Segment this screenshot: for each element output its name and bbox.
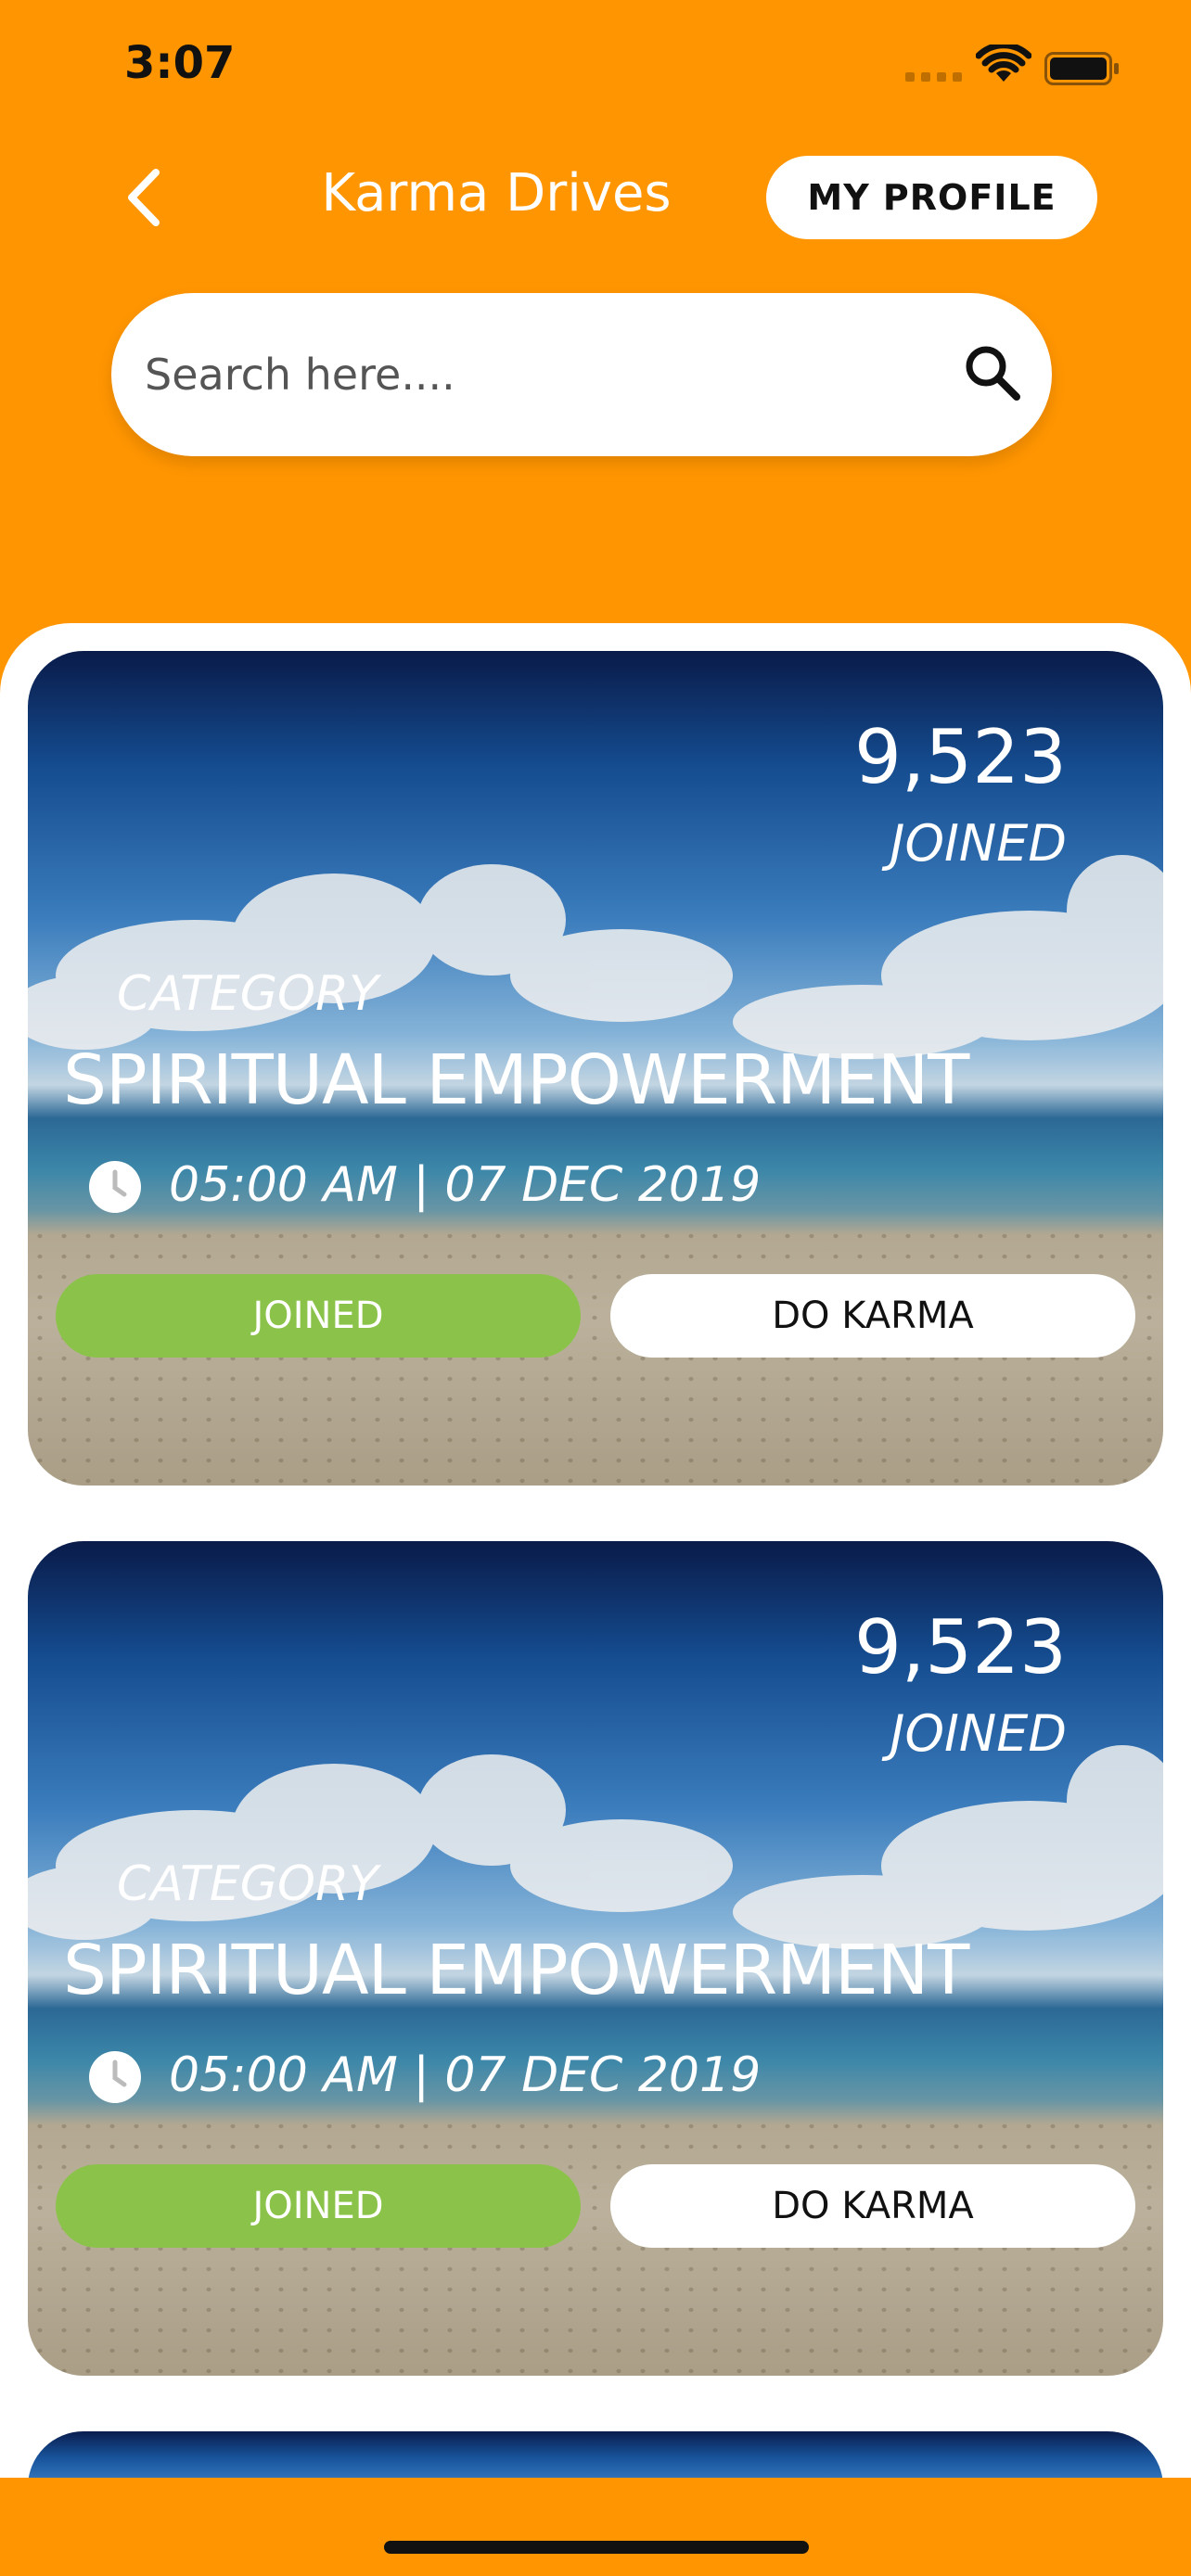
status-time: 3:07 (124, 37, 236, 89)
drive-datetime: 05:00 AM | 07 DEC 2019 (169, 2047, 762, 2103)
page-title: Karma Drives (321, 163, 672, 223)
clock-icon (89, 2051, 141, 2103)
clock-icon (89, 1161, 141, 1213)
search-bar (111, 293, 1052, 456)
joined-count: 9,523 (853, 1604, 1067, 1690)
search-icon[interactable] (961, 341, 1026, 406)
do-karma-button[interactable]: DO KARMA (610, 2164, 1135, 2248)
back-button[interactable] (117, 165, 173, 230)
my-profile-button[interactable]: MY PROFILE (766, 156, 1097, 239)
drive-card[interactable] (28, 2431, 1163, 2478)
joined-count-label: JOINED (890, 1704, 1067, 1763)
status-bar: 3:07 (0, 0, 1191, 121)
joined-button[interactable]: JOINED (56, 1274, 581, 1358)
joined-count-label: JOINED (890, 814, 1067, 873)
category-label: CATEGORY (117, 966, 378, 1022)
drive-datetime: 05:00 AM | 07 DEC 2019 (169, 1157, 762, 1213)
search-input[interactable] (145, 293, 905, 456)
category-label: CATEGORY (117, 1856, 378, 1912)
do-karma-button[interactable]: DO KARMA (610, 1274, 1135, 1358)
signal-icon (905, 72, 963, 82)
chevron-left-icon (128, 169, 160, 226)
drives-list: 9,523 JOINED CATEGORY SPIRITUAL EMPOWERM… (0, 623, 1191, 2478)
battery-icon (1044, 52, 1119, 85)
joined-count: 9,523 (853, 714, 1067, 800)
bottom-bar (0, 2481, 1191, 2576)
drive-card[interactable]: 9,523 JOINED CATEGORY SPIRITUAL EMPOWERM… (28, 651, 1163, 1486)
drive-card[interactable]: 9,523 JOINED CATEGORY SPIRITUAL EMPOWERM… (28, 1541, 1163, 2376)
wifi-icon (976, 45, 1031, 82)
drive-title: SPIRITUAL EMPOWERMENT (63, 1931, 969, 2010)
drive-title: SPIRITUAL EMPOWERMENT (63, 1040, 969, 1120)
home-indicator[interactable] (384, 2541, 809, 2554)
joined-button[interactable]: JOINED (56, 2164, 581, 2248)
